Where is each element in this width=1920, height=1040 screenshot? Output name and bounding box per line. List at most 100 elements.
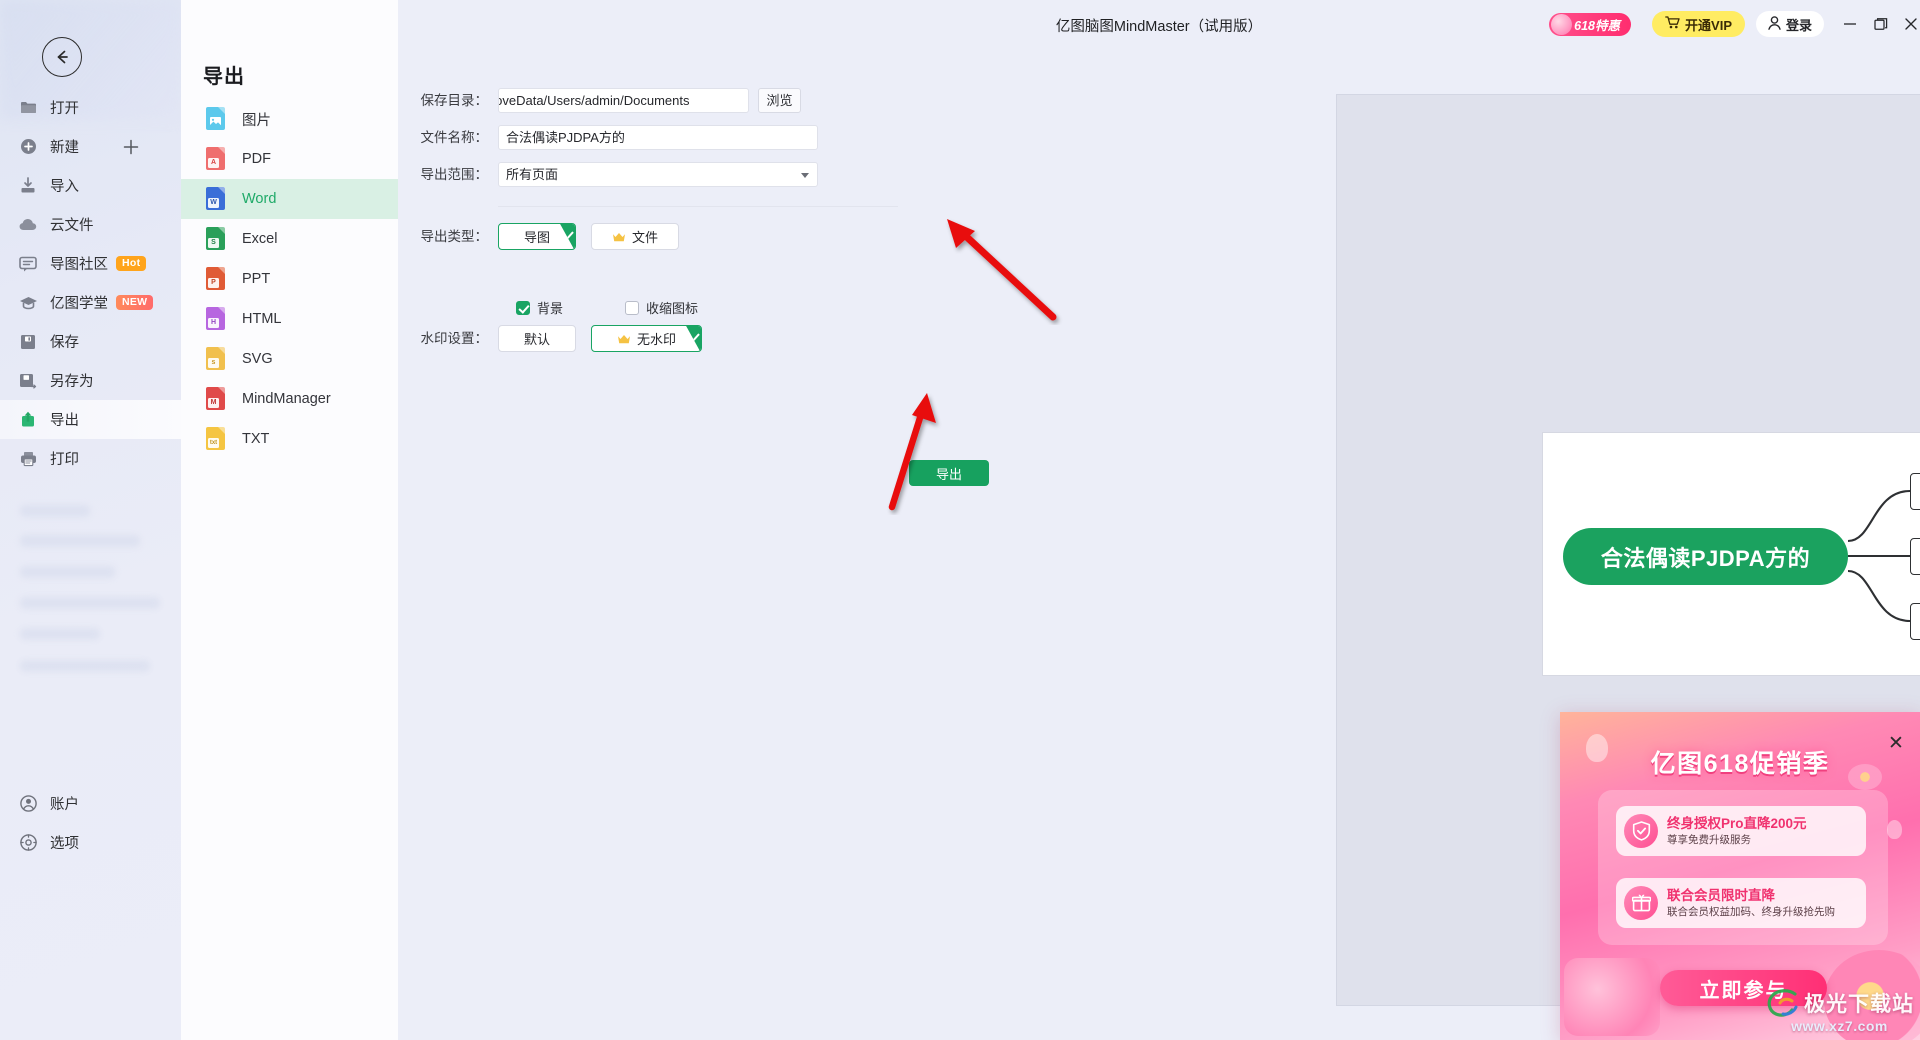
sidebar-item-print[interactable]: 打印 [0,439,181,478]
format-item-ppt[interactable]: P PPT [181,259,398,299]
format-item-word[interactable]: W Word [181,179,398,219]
file-name-row: 文件名称： 合法偶读PJDPA方的 [398,123,928,153]
checkbox-label: 背景 [537,301,564,316]
sidebar-item-export[interactable]: 导出 [0,400,181,439]
checkbox-box [625,300,640,315]
check-icon [560,224,575,249]
export-type-option-label: 文件 [631,230,658,245]
export-range-label: 导出范围： [420,167,489,182]
close-button[interactable] [1899,13,1920,35]
export-range-select[interactable]: 所有页面 [498,162,818,187]
secondary-toolbar: 下载App [398,48,1920,129]
mindmap-card[interactable]: 合法偶读PJDPA方的 公司法我会 发哦分类管理 阿共当发送给 [1542,432,1920,676]
maximize-button[interactable] [1869,13,1893,35]
new-add-button[interactable] [123,139,139,155]
sidebar-item-cloud[interactable]: 云文件 [0,205,181,244]
user-icon [1768,15,1781,33]
save-dir-row: 保存目录： D:/360MoveData/Users/admin/Documen… [398,86,928,116]
ghost-placeholder [20,535,140,547]
sidebar-item-import[interactable]: 导入 [0,166,181,205]
account-icon [17,793,39,815]
hot-badge: Hot [116,255,147,272]
login-button[interactable]: 登录 [1755,11,1824,37]
shield-check-icon [1624,814,1658,848]
sidebar-item-account[interactable]: 账户 [0,784,181,823]
file-name-input[interactable]: 合法偶读PJDPA方的 [498,125,818,150]
export-type-label: 导出类型： [420,229,489,244]
ghost-placeholder [20,566,115,578]
sidebar-bottom-list: 账户 选项 [0,784,181,862]
export-type-option-file[interactable]: 文件 [591,223,679,250]
format-item-excel[interactable]: S Excel [181,219,398,259]
pdf-file-icon: A [206,147,228,171]
crown-icon [617,333,631,344]
ghost-placeholder [20,628,100,640]
format-item-html[interactable]: H HTML [181,299,398,339]
sidebar-item-save-as[interactable]: 另存为 [0,361,181,400]
format-item-label: Word [242,191,277,207]
sidebar-item-label: 云文件 [50,218,94,234]
export-format-panel: 导出 图片 A PDF W Word S Excel P PPT H HTML … [181,0,398,1040]
sidebar-item-label: 打印 [50,452,79,468]
chevron-down-icon [801,173,809,178]
new-badge: NEW [116,294,154,311]
export-range-row: 导出范围： 所有页面 [398,160,928,190]
mindmap-child-node-3[interactable]: 阿共当发送给 [1910,603,1920,640]
format-list: 图片 A PDF W Word S Excel P PPT H HTML s S… [181,99,398,459]
promo-offer-headline: 终身授权Pro直降200元 [1667,815,1807,831]
site-watermark: 极光下载站 www.xz7.com [1765,988,1914,1034]
format-item-txt[interactable]: txt TXT [181,419,398,459]
watermark-url: www.xz7.com [1791,1018,1888,1034]
promo-popup[interactable]: ✕ 亿图618促销季 终身授权Pro直降200元 尊享免费升级服务 联合会员限时… [1560,712,1920,1040]
checkbox-label: 收缩图标 [646,301,699,316]
folder-icon [17,97,39,119]
export-type-option-mindmap[interactable]: 导图 [498,223,576,250]
save-dir-value: D:/360MoveData/Users/admin/Documents [499,93,690,108]
minimize-button[interactable] [1838,13,1862,35]
save-dir-input[interactable]: D:/360MoveData/Users/admin/Documents [498,88,749,113]
promo-offer-sub: 尊享免费升级服务 [1667,834,1751,847]
sidebar-item-academy[interactable]: 亿图学堂 NEW [0,283,181,322]
app-title: 亿图脑图MindMaster（试用版） [1055,19,1263,35]
watermark-option-none[interactable]: 无水印 [591,325,702,352]
sidebar-item-label: 保存 [50,335,79,351]
background-checkbox[interactable]: 背景 [516,298,563,317]
open-vip-button[interactable]: 开通VIP [1652,11,1745,37]
mindmap-child-node-1[interactable]: 公司法我会 [1910,473,1920,510]
ghost-placeholder [20,597,160,609]
peach-icon [1551,14,1573,35]
sidebar-item-new[interactable]: 新建 [0,127,181,166]
promo-badge-label: 618特惠 [1574,19,1620,33]
left-sidebar: 打开 新建 导入 云文件 导图社区 Hot 亿图学堂 NEW 保存 另存为 导出… [0,0,181,1040]
file-name-label: 文件名称： [420,130,489,145]
promo-offer-1[interactable]: 终身授权Pro直降200元 尊享免费升级服务 [1616,806,1866,856]
format-item-image[interactable]: 图片 [181,99,398,139]
word-file-icon: W [206,187,228,211]
format-item-label: TXT [242,431,270,447]
ppt-file-icon: P [206,267,228,291]
sidebar-item-label: 新建 [50,140,79,156]
form-divider [498,206,898,207]
back-button[interactable] [42,37,82,77]
format-item-svg[interactable]: s SVG [181,339,398,379]
mindmap-root-node[interactable]: 合法偶读PJDPA方的 [1563,528,1848,585]
export-button[interactable]: 导出 [909,460,989,486]
sidebar-item-community[interactable]: 导图社区 Hot [0,244,181,283]
browse-button[interactable]: 浏览 [758,88,801,113]
format-item-mindmanager[interactable]: M MindManager [181,379,398,419]
watermark-option-default[interactable]: 默认 [498,325,576,352]
sidebar-item-save[interactable]: 保存 [0,322,181,361]
collapse-icon-checkbox[interactable]: 收缩图标 [625,298,698,317]
sidebar-item-options[interactable]: 选项 [0,823,181,862]
sidebar-item-open[interactable]: 打开 [0,88,181,127]
mindmap-child-node-2[interactable]: 发哦分类管理 [1910,538,1920,575]
login-label: 登录 [1785,17,1812,33]
format-item-label: MindManager [242,391,331,407]
settings-icon [17,832,39,854]
watermark-label: 水印设置： [420,331,489,346]
promo-618-badge[interactable]: 618特惠 [1549,13,1631,36]
crown-icon [612,231,626,242]
txt-file-icon: txt [206,427,228,451]
promo-offer-2[interactable]: 联合会员限时直降 联合会员权益加码、终身升级抢先购 [1616,878,1866,928]
format-item-pdf[interactable]: A PDF [181,139,398,179]
